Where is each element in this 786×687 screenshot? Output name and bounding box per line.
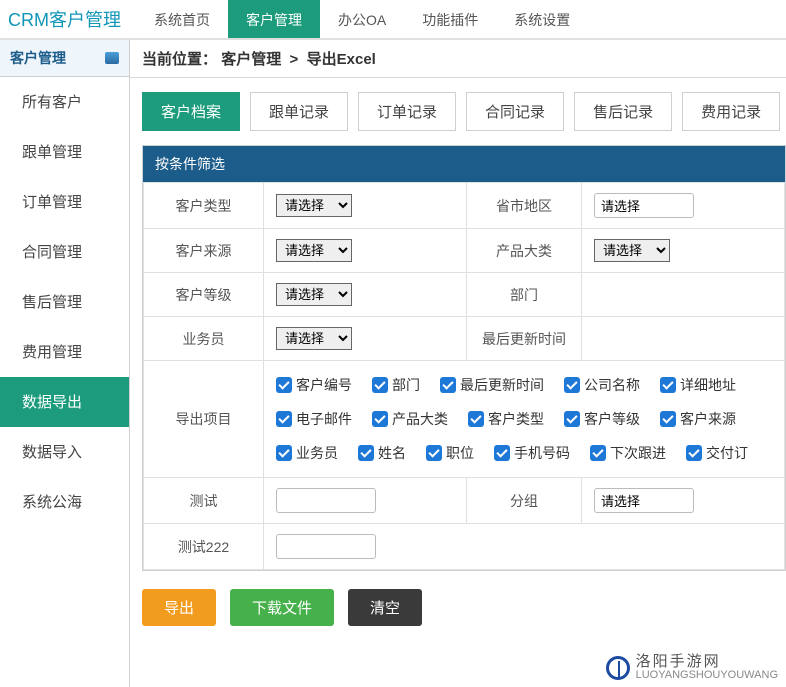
extra-label: 测试222 [144,524,264,570]
download-button[interactable]: 下载文件 [230,589,334,626]
top-bar: CRM客户管理 系统首页客户管理办公OA功能插件系统设置 [0,0,786,40]
checkbox-icon [564,377,580,393]
top-tab-4[interactable]: 系统设置 [496,0,588,38]
subtab-4[interactable]: 售后记录 [574,92,672,131]
subtab-2[interactable]: 订单记录 [358,92,456,131]
clear-button[interactable]: 清空 [348,589,422,626]
top-tab-3[interactable]: 功能插件 [404,0,496,38]
checkbox-icon [440,377,456,393]
export-field-12[interactable]: 职位 [426,443,474,463]
export-field-14[interactable]: 下次跟进 [590,443,666,463]
checkbox-icon [494,445,510,461]
export-field-0[interactable]: 客户编号 [276,375,352,395]
filter-label: 部门 [467,273,582,317]
watermark-logo-icon [606,656,630,680]
filter-select[interactable]: 请选择 [276,194,352,217]
sidebar: 客户管理 所有客户跟单管理订单管理合同管理售后管理费用管理数据导出数据导入系统公… [0,40,130,687]
checkbox-icon [426,445,442,461]
filter-input[interactable] [594,193,694,218]
watermark-domain: LUOYANGSHOUYOUWANG [636,669,778,681]
sub-tabs: 客户档案跟单记录订单记录合同记录售后记录费用记录 [130,78,786,145]
sidebar-item-4[interactable]: 售后管理 [0,277,129,327]
export-field-2[interactable]: 最后更新时间 [440,375,544,395]
filter-select[interactable]: 请选择 [594,239,670,262]
checkbox-icon [276,377,292,393]
export-field-10[interactable]: 业务员 [276,443,338,463]
checkbox-icon [372,377,388,393]
subtab-5[interactable]: 费用记录 [682,92,780,131]
sidebar-item-7[interactable]: 数据导入 [0,427,129,477]
checkbox-icon [686,445,702,461]
checkbox-icon [660,377,676,393]
checkbox-icon [660,411,676,427]
export-field-15[interactable]: 交付订 [686,443,748,463]
subtab-1[interactable]: 跟单记录 [250,92,348,131]
export-field-5[interactable]: 电子邮件 [276,409,352,429]
filter-panel: 按条件筛选 客户类型请选择省市地区客户来源请选择产品大类请选择客户等级请选择部门… [142,145,786,571]
checkbox-icon [358,445,374,461]
main-area: 当前位置： 客户管理 > 导出Excel 客户档案跟单记录订单记录合同记录售后记… [130,40,786,687]
top-nav: 系统首页客户管理办公OA功能插件系统设置 [136,0,588,38]
sidebar-item-6[interactable]: 数据导出 [0,377,129,427]
action-row: 导出 下载文件 清空 [130,571,786,626]
sidebar-module-icon [105,52,119,64]
checkbox-icon [372,411,388,427]
filter-select[interactable]: 请选择 [276,327,352,350]
app-logo: CRM客户管理 [0,6,136,32]
checkbox-icon [276,411,292,427]
checkbox-icon [276,445,292,461]
extra-input-r[interactable] [594,488,694,513]
sidebar-item-2[interactable]: 订单管理 [0,177,129,227]
checkbox-icon [590,445,606,461]
checkbox-icon [564,411,580,427]
extra-label-r: 分组 [467,478,582,524]
sidebar-item-5[interactable]: 费用管理 [0,327,129,377]
extra-label: 测试 [144,478,264,524]
sidebar-title: 客户管理 [10,48,66,68]
export-field-4[interactable]: 详细地址 [660,375,736,395]
filter-label: 业务员 [144,317,264,361]
filter-table: 客户类型请选择省市地区客户来源请选择产品大类请选择客户等级请选择部门业务员请选择… [143,182,785,570]
filter-label: 客户来源 [144,229,264,273]
filter-select[interactable]: 请选择 [276,239,352,262]
export-button[interactable]: 导出 [142,589,216,626]
extra-input[interactable] [276,534,376,559]
export-field-3[interactable]: 公司名称 [564,375,640,395]
filter-label: 省市地区 [467,183,582,229]
export-field-1[interactable]: 部门 [372,375,420,395]
export-field-9[interactable]: 客户来源 [660,409,736,429]
export-field-8[interactable]: 客户等级 [564,409,640,429]
sidebar-item-8[interactable]: 系统公海 [0,477,129,527]
sidebar-item-3[interactable]: 合同管理 [0,227,129,277]
sidebar-item-0[interactable]: 所有客户 [0,77,129,127]
extra-input[interactable] [276,488,376,513]
filter-label: 最后更新时间 [467,317,582,361]
sidebar-header: 客户管理 [0,40,129,77]
breadcrumb: 当前位置： 客户管理 > 导出Excel [130,40,786,78]
export-field-13[interactable]: 手机号码 [494,443,570,463]
watermark: 洛阳手游网 LUOYANGSHOUYOUWANG [606,654,778,681]
export-field-11[interactable]: 姓名 [358,443,406,463]
top-tab-1[interactable]: 客户管理 [228,0,320,38]
top-tab-0[interactable]: 系统首页 [136,0,228,38]
filter-select[interactable]: 请选择 [276,283,352,306]
sidebar-item-1[interactable]: 跟单管理 [0,127,129,177]
export-field-6[interactable]: 产品大类 [372,409,448,429]
panel-title: 按条件筛选 [143,146,785,182]
filter-label: 客户类型 [144,183,264,229]
filter-label: 客户等级 [144,273,264,317]
subtab-3[interactable]: 合同记录 [466,92,564,131]
top-tab-2[interactable]: 办公OA [320,0,404,38]
checkbox-icon [468,411,484,427]
watermark-brand: 洛阳手游网 [636,654,778,669]
subtab-0[interactable]: 客户档案 [142,92,240,131]
filter-label: 产品大类 [467,229,582,273]
export-field-7[interactable]: 客户类型 [468,409,544,429]
export-label: 导出项目 [144,361,264,478]
